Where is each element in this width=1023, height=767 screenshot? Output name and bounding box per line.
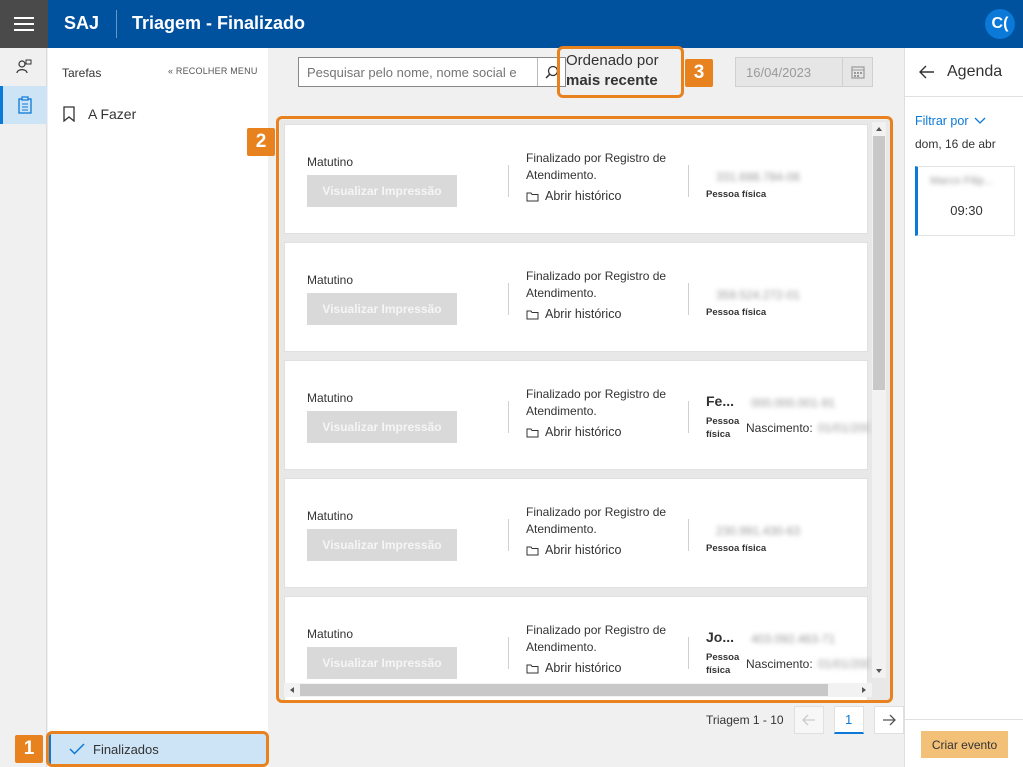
- callout-box-2: [276, 116, 893, 703]
- next-page-button[interactable]: [873, 706, 904, 734]
- prev-page-button[interactable]: [793, 706, 824, 734]
- callout-badge-2: 2: [247, 128, 275, 156]
- sidebar-item-label: A Fazer: [88, 106, 137, 122]
- create-event-button[interactable]: Criar evento: [921, 731, 1008, 758]
- agenda-header: Agenda: [919, 63, 1002, 81]
- icon-rail: [0, 48, 47, 767]
- side-menu: Tarefas « RECOLHER MENU A Fazer: [48, 48, 268, 767]
- clipboard-icon: [18, 96, 32, 114]
- callout-badge-1: 1: [15, 735, 43, 763]
- agenda-title: Agenda: [947, 63, 1003, 80]
- back-arrow-icon[interactable]: [919, 65, 935, 79]
- calendar-icon: [850, 66, 865, 79]
- agenda-panel: Agenda Filtrar por dom, 16 de abr Marco …: [904, 48, 1023, 767]
- brand-logo[interactable]: SAJ: [64, 13, 99, 34]
- collapse-menu-button[interactable]: « RECOLHER MENU: [168, 66, 258, 76]
- filter-dropdown[interactable]: Filtrar por: [915, 114, 986, 128]
- user-avatar[interactable]: C(: [985, 9, 1015, 39]
- callout-box-1: [46, 731, 269, 767]
- rail-people-button[interactable]: [0, 48, 47, 86]
- calendar-button[interactable]: [842, 58, 872, 86]
- date-value: 16/04/2023: [746, 64, 812, 80]
- callout-badge-3: 3: [685, 59, 713, 87]
- arrow-left-icon: [801, 714, 815, 726]
- search-input[interactable]: [299, 58, 537, 86]
- event-time: 09:30: [950, 203, 983, 218]
- page-title: Triagem - Finalizado: [132, 13, 306, 33]
- page-button-current[interactable]: 1: [833, 706, 864, 734]
- agenda-day-label: dom, 16 de abr: [915, 137, 996, 151]
- top-bar: SAJ Triagem - Finalizado C(: [0, 0, 1023, 48]
- callout-box-3: [557, 46, 684, 98]
- agenda-event[interactable]: Marco Filip... 09:30: [915, 166, 1015, 236]
- sidebar-item-a-fazer[interactable]: A Fazer: [62, 106, 136, 122]
- search-box: [298, 57, 566, 87]
- rail-tasks-button[interactable]: [0, 86, 47, 124]
- bookmark-icon: [63, 106, 75, 122]
- arrow-right-icon: [882, 714, 896, 726]
- pagination: Triagem 1 - 10 1: [706, 706, 904, 734]
- hamburger-menu-icon[interactable]: [0, 0, 48, 48]
- event-person: Marco Filip...: [930, 175, 993, 187]
- filter-label: Filtrar por: [915, 114, 969, 128]
- side-menu-title: Tarefas: [62, 66, 102, 80]
- chevron-down-icon: [975, 117, 986, 124]
- header-divider: [116, 10, 117, 38]
- pagination-range: Triagem 1 - 10: [706, 713, 784, 727]
- date-filter[interactable]: 16/04/2023: [735, 57, 873, 87]
- divider: [905, 719, 1023, 720]
- divider: [905, 96, 1023, 97]
- person-list-icon: [15, 59, 31, 74]
